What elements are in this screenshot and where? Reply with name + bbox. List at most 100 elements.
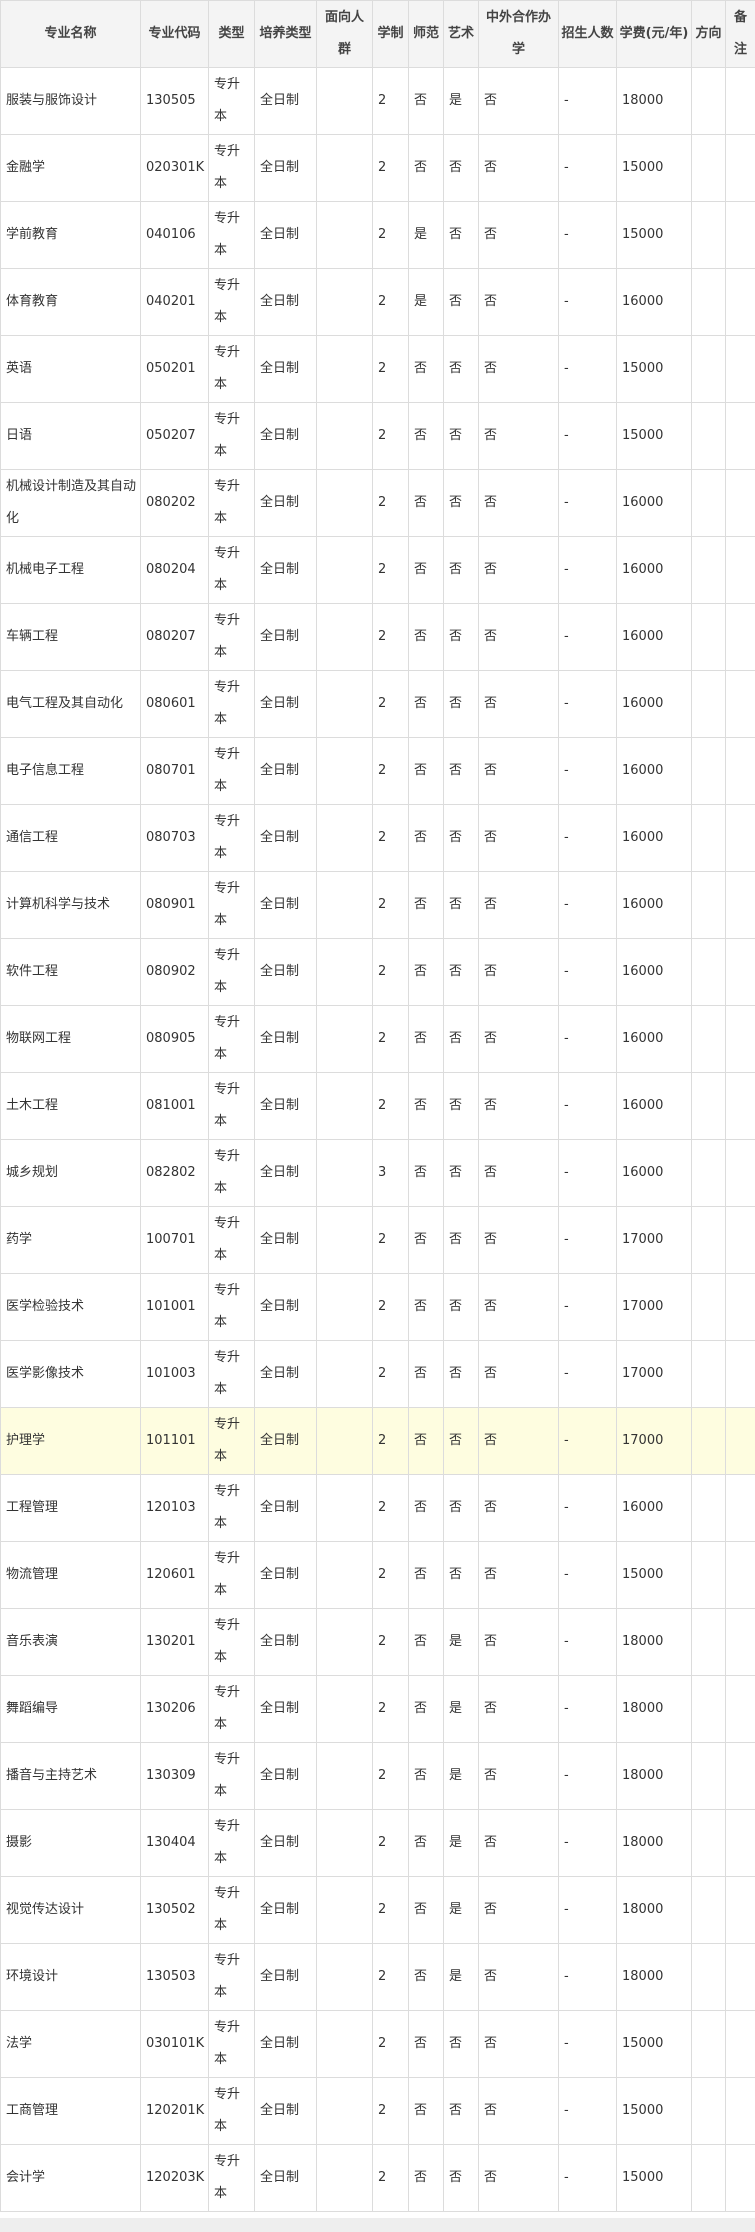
cell-sino-foreign: 否 [478, 469, 559, 537]
header-direction: 方向 [691, 0, 726, 68]
header-sino-foreign: 中外合作办学 [478, 0, 559, 68]
cell-sino-foreign: 否 [478, 1273, 559, 1341]
cell-target-group [316, 1675, 373, 1743]
cell-normal-school: 否 [408, 1206, 444, 1274]
cell-sino-foreign: 否 [478, 2010, 559, 2078]
cell-target-group [316, 1943, 373, 2011]
cell-major-code: 080202 [140, 469, 209, 537]
table-row: 会计学 120203K 专升本 全日制 2 否否否 -15000 [0, 2144, 755, 2212]
cell-sino-foreign: 否 [478, 268, 559, 336]
cell-normal-school: 否 [408, 1005, 444, 1073]
cell-direction [691, 2010, 726, 2078]
cell-duration: 2 [372, 469, 409, 537]
cell-sino-foreign: 否 [478, 1876, 559, 1944]
cell-sino-foreign: 否 [478, 1608, 559, 1676]
cell-target-group [316, 1608, 373, 1676]
cell-sino-foreign: 否 [478, 1005, 559, 1073]
cell-major-name: 视觉传达设计 [0, 1876, 141, 1944]
cell-duration: 2 [372, 1608, 409, 1676]
cell-art: 否 [443, 1474, 479, 1542]
cell-target-group [316, 670, 373, 738]
cell-study-mode: 全日制 [254, 402, 317, 470]
cell-major-name: 会计学 [0, 2144, 141, 2212]
cell-sino-foreign: 否 [478, 670, 559, 738]
cell-art: 否 [443, 1407, 479, 1475]
header-enrollment: 招生人数 [558, 0, 617, 68]
cell-direction [691, 1139, 726, 1207]
header-major-code: 专业代码 [140, 0, 209, 68]
cell-normal-school: 否 [408, 2077, 444, 2145]
cell-target-group [316, 1340, 373, 1408]
table-row: 摄影 130404 专升本 全日制 2 否是否 -18000 [0, 1809, 755, 1877]
cell-normal-school: 否 [408, 804, 444, 872]
cell-major-code: 050201 [140, 335, 209, 403]
cell-sino-foreign: 否 [478, 871, 559, 939]
cell-study-mode: 全日制 [254, 67, 317, 135]
cell-normal-school: 否 [408, 1809, 444, 1877]
cell-major-code: 080601 [140, 670, 209, 738]
cell-target-group [316, 2144, 373, 2212]
cell-major-code: 080901 [140, 871, 209, 939]
table-row: 机械设计制造及其自动化 080202 专升本 全日制 2 否否否 -16000 [0, 469, 755, 537]
cell-tuition: 15000 [616, 2010, 692, 2078]
cell-remarks [725, 1407, 755, 1475]
cell-direction [691, 402, 726, 470]
cell-study-mode: 全日制 [254, 1072, 317, 1140]
cell-target-group [316, 536, 373, 604]
cell-sino-foreign: 否 [478, 67, 559, 135]
cell-art: 是 [443, 1608, 479, 1676]
cell-type: 专升本 [208, 67, 255, 135]
cell-enrollment: - [558, 737, 617, 805]
cell-tuition: 16000 [616, 938, 692, 1006]
cell-tuition: 18000 [616, 1876, 692, 1944]
cell-enrollment: - [558, 871, 617, 939]
cell-enrollment: - [558, 1474, 617, 1542]
cell-direction [691, 1474, 726, 1542]
cell-type: 专升本 [208, 335, 255, 403]
cell-duration: 2 [372, 1943, 409, 2011]
cell-major-code: 130201 [140, 1608, 209, 1676]
cell-duration: 2 [372, 134, 409, 202]
cell-type: 专升本 [208, 1206, 255, 1274]
cell-art: 否 [443, 938, 479, 1006]
cell-major-name: 工商管理 [0, 2077, 141, 2145]
cell-normal-school: 否 [408, 603, 444, 671]
cell-major-code: 081001 [140, 1072, 209, 1140]
majors-table: 专业名称 专业代码 类型 培养类型 面向人群 学制 师范 艺术 中外合作办学 招生人数 学费(元/年… [0, 0, 755, 2212]
cell-remarks [725, 670, 755, 738]
cell-type: 专升本 [208, 1675, 255, 1743]
header-duration: 学制 [372, 0, 409, 68]
cell-target-group [316, 1541, 373, 1609]
cell-normal-school: 否 [408, 1943, 444, 2011]
cell-tuition: 15000 [616, 201, 692, 269]
cell-tuition: 18000 [616, 1742, 692, 1810]
cell-type: 专升本 [208, 1072, 255, 1140]
cell-type: 专升本 [208, 871, 255, 939]
cell-direction [691, 469, 726, 537]
cell-duration: 2 [372, 2077, 409, 2145]
cell-direction [691, 1876, 726, 1944]
table-row: 车辆工程 080207 专升本 全日制 2 否否否 -16000 [0, 603, 755, 671]
cell-remarks [725, 1340, 755, 1408]
cell-sino-foreign: 否 [478, 402, 559, 470]
table-row: 城乡规划 082802 专升本 全日制 3 否否否 -16000 [0, 1139, 755, 1207]
table-row: 体育教育 040201 专升本 全日制 2 是否否 -16000 [0, 268, 755, 336]
cell-art: 否 [443, 1541, 479, 1609]
cell-target-group [316, 67, 373, 135]
cell-art: 是 [443, 1675, 479, 1743]
cell-target-group [316, 1206, 373, 1274]
cell-art: 否 [443, 469, 479, 537]
cell-tuition: 16000 [616, 1474, 692, 1542]
cell-type: 专升本 [208, 1005, 255, 1073]
cell-art: 否 [443, 2010, 479, 2078]
cell-target-group [316, 737, 373, 805]
cell-type: 专升本 [208, 938, 255, 1006]
cell-target-group [316, 871, 373, 939]
cell-major-code: 080207 [140, 603, 209, 671]
cell-study-mode: 全日制 [254, 2077, 317, 2145]
cell-major-code: 130206 [140, 1675, 209, 1743]
cell-type: 专升本 [208, 1273, 255, 1341]
cell-duration: 2 [372, 1407, 409, 1475]
cell-major-name: 电气工程及其自动化 [0, 670, 141, 738]
cell-type: 专升本 [208, 1876, 255, 1944]
